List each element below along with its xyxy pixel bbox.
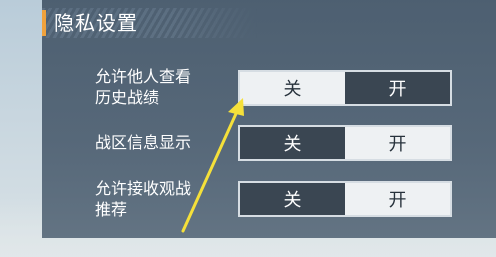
toggle-spectate-recommend[interactable]: 关 开 xyxy=(238,181,452,217)
option-off[interactable]: 关 xyxy=(240,127,345,159)
toggle-history-record[interactable]: 关 开 xyxy=(238,70,452,106)
setting-label-line1: 战区信息显示 xyxy=(95,133,192,152)
panel-title: 隐私设置 xyxy=(54,11,138,35)
toggle-zone-info[interactable]: 关 开 xyxy=(238,125,452,161)
option-on[interactable]: 开 xyxy=(345,127,450,159)
setting-label-line1: 允许接收观战 xyxy=(95,179,192,198)
title-accent-bar xyxy=(42,10,46,36)
option-on[interactable]: 开 xyxy=(345,72,450,104)
setting-label-line1: 允许他人查看 xyxy=(95,67,192,86)
option-off[interactable]: 关 xyxy=(240,72,345,104)
setting-label-spectate-recommend: 允许接收观战 推荐 xyxy=(95,178,230,220)
setting-label-zone-info: 战区信息显示 xyxy=(95,132,230,153)
option-on[interactable]: 开 xyxy=(345,183,450,215)
setting-label-history-record: 允许他人查看 历史战绩 xyxy=(95,66,230,108)
option-off[interactable]: 关 xyxy=(240,183,345,215)
setting-label-line2: 历史战绩 xyxy=(95,88,160,107)
setting-label-line2: 推荐 xyxy=(95,200,128,219)
